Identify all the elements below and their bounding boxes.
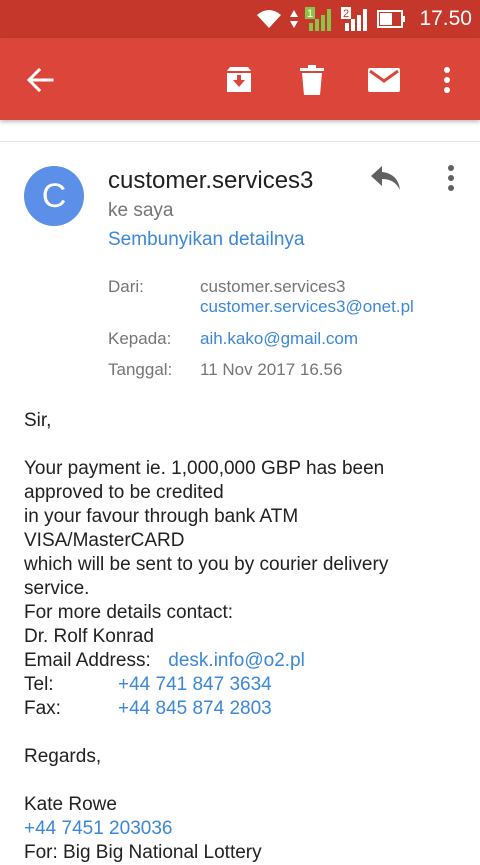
more-options-button[interactable] bbox=[427, 60, 467, 100]
sim1-label: 1 bbox=[307, 8, 313, 20]
back-button[interactable] bbox=[20, 60, 60, 100]
fax-row: Fax: +44 845 874 2803 bbox=[24, 697, 464, 721]
data-arrows-icon bbox=[290, 10, 299, 28]
mark-unread-button[interactable] bbox=[364, 60, 404, 100]
date-value: 11 Nov 2017 16.56 bbox=[200, 360, 343, 379]
archive-button[interactable] bbox=[219, 60, 259, 100]
tel-link[interactable]: +44 741 847 3634 bbox=[118, 674, 272, 695]
fax-label: Fax: bbox=[24, 698, 61, 719]
email-row: Email Address: desk.info@o2.pl bbox=[24, 649, 464, 673]
body-line: For more details contact: bbox=[24, 602, 234, 623]
body-line: VISA/MasterCARD bbox=[24, 530, 185, 551]
body-line: in your favour through bank ATM bbox=[24, 506, 299, 527]
sim2-label: 2 bbox=[343, 8, 349, 20]
message-more-button[interactable] bbox=[440, 164, 462, 194]
message-body: Sir, Your payment ie. 1,000,000 GBP has … bbox=[24, 409, 464, 865]
status-bar: 1 2 17.50 bbox=[0, 0, 480, 38]
signer-phone-link[interactable]: +44 7451 203036 bbox=[24, 817, 464, 841]
body-for-line: For: Big Big National Lottery bbox=[24, 842, 262, 863]
sender-avatar[interactable]: C bbox=[24, 166, 84, 226]
wifi-icon bbox=[257, 10, 282, 28]
to-email-link[interactable]: aih.kako@gmail.com bbox=[200, 329, 358, 349]
hide-details-link[interactable]: Sembunyikan detailnya bbox=[108, 229, 304, 251]
body-line: approved to be credited bbox=[24, 482, 224, 503]
contact-email-link[interactable]: desk.info@o2.pl bbox=[168, 650, 305, 671]
body-line: which will be sent to you by courier del… bbox=[24, 554, 389, 575]
status-time: 17.50 bbox=[419, 7, 472, 30]
signal-icon: 2 bbox=[341, 7, 368, 31]
contact-name: Dr. Rolf Konrad bbox=[24, 626, 154, 647]
tel-row: Tel: +44 741 847 3634 bbox=[24, 673, 464, 697]
mail-icon bbox=[368, 68, 400, 92]
delete-icon bbox=[300, 65, 324, 95]
body-greeting: Sir, bbox=[24, 410, 52, 431]
delete-button[interactable] bbox=[292, 60, 332, 100]
status-icons: 1 2 17.50 bbox=[255, 6, 472, 32]
from-email-link[interactable]: customer.services3@onet.pl bbox=[200, 297, 414, 317]
tel-label: Tel: bbox=[24, 674, 54, 695]
reply-icon bbox=[371, 166, 400, 190]
battery-icon bbox=[377, 10, 406, 28]
body-line: Your payment ie. 1,000,000 GBP has been bbox=[24, 458, 385, 479]
fax-link[interactable]: +44 845 874 2803 bbox=[118, 698, 272, 719]
app-bar bbox=[0, 38, 480, 120]
date-label: Tanggal: bbox=[108, 360, 173, 379]
signal-icon: 1 bbox=[305, 7, 332, 31]
body-line: service. bbox=[24, 578, 90, 599]
more-vert-icon bbox=[444, 67, 450, 93]
reply-button[interactable] bbox=[370, 164, 410, 196]
archive-icon bbox=[227, 67, 251, 92]
from-name: customer.services3 bbox=[200, 277, 346, 296]
sender-name: customer.services3 bbox=[108, 167, 314, 194]
to-label: Kepada: bbox=[108, 329, 172, 348]
email-label: Email Address: bbox=[24, 650, 151, 671]
body-regards: Regards, bbox=[24, 746, 102, 767]
more-vert-icon bbox=[448, 165, 454, 191]
back-arrow-icon bbox=[26, 67, 54, 93]
recipient-summary: ke saya bbox=[108, 200, 174, 221]
signer-name: Kate Rowe bbox=[24, 794, 117, 815]
from-label: Dari: bbox=[108, 277, 144, 296]
divider bbox=[0, 141, 480, 142]
